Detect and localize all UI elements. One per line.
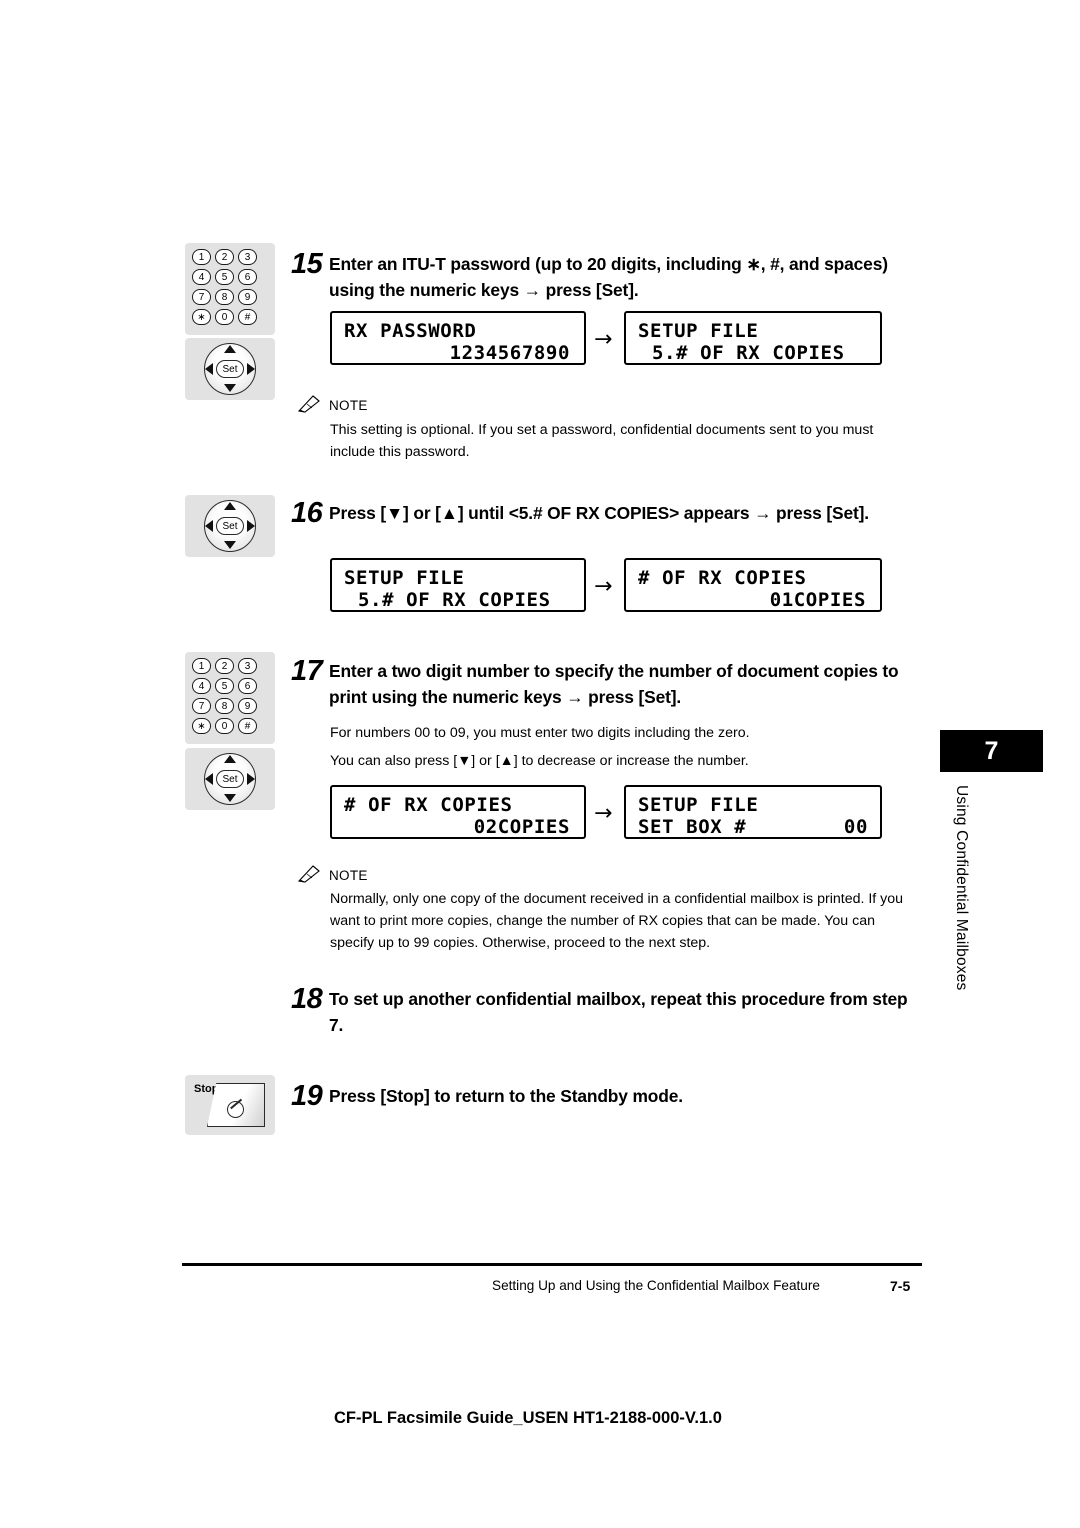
keypad-key-9: 9: [238, 289, 257, 305]
keypad-key-5: 5: [215, 678, 234, 694]
arrow-icon-17: →: [594, 801, 613, 826]
keypad-key-2: 2: [215, 249, 234, 265]
lcd-line2: 1234567890: [449, 342, 570, 364]
lcd-line1: # OF RX COPIES: [638, 567, 807, 589]
step-text-15: Enter an ITU-T password (up to 20 digits…: [329, 254, 888, 300]
set-dial-icon-step16: Set: [185, 495, 275, 557]
chevron-down-icon: [224, 794, 236, 802]
step-number-18: 18: [291, 983, 323, 1015]
set-button-label: Set: [216, 360, 244, 378]
keypad-key-7: 7: [192, 289, 211, 305]
keypad-key-2: 2: [215, 658, 234, 674]
arrow-icon-15: →: [594, 327, 613, 352]
keypad-key-3: 3: [238, 249, 257, 265]
chevron-left-icon: [205, 773, 213, 785]
stop-key-icon-step19: Stop: [185, 1075, 275, 1135]
keypad-key-1: 1: [192, 658, 211, 674]
lcd-line2: 02COPIES: [473, 816, 570, 838]
chevron-right-icon: [247, 520, 255, 532]
keypad-key-hash: #: [238, 718, 257, 734]
document-id: CF-PL Facsimile Guide_USEN HT1-2188-000-…: [334, 1409, 722, 1427]
set-button-label: Set: [216, 517, 244, 535]
step-text-18: To set up another confidential mailbox, …: [329, 989, 908, 1035]
note-label-15: NOTE: [329, 398, 368, 413]
chevron-up-icon: [224, 345, 236, 353]
lcd-panel-16-right: # OF RX COPIES 01COPIES: [624, 558, 882, 612]
chevron-down-icon: [224, 384, 236, 392]
step-text-17: Enter a two digit number to specify the …: [329, 661, 899, 707]
footer-title: Setting Up and Using the Confidential Ma…: [492, 1278, 820, 1293]
set-button-label: Set: [216, 770, 244, 788]
keypad-key-4: 4: [192, 678, 211, 694]
keypad-key-hash: #: [238, 309, 257, 325]
keypad-key-4: 4: [192, 269, 211, 285]
lcd-panel-17-left: # OF RX COPIES 02COPIES: [330, 785, 586, 839]
chevron-right-icon: [247, 773, 255, 785]
step-number-16: 16: [291, 497, 323, 529]
chevron-left-icon: [205, 363, 213, 375]
footer-page-number: 7-5: [890, 1278, 911, 1294]
lcd-panel-15-left: RX PASSWORD 1234567890: [330, 311, 586, 365]
keypad-key-asterisk: ∗: [192, 718, 211, 734]
keypad-key-6: 6: [238, 678, 257, 694]
keypad-key-3: 3: [238, 658, 257, 674]
lcd-line1: SETUP FILE: [638, 794, 759, 816]
lcd-panel-15-right: SETUP FILE 5.# OF RX COPIES: [624, 311, 882, 365]
pencil-note-icon-17: [297, 865, 320, 883]
keypad-key-9: 9: [238, 698, 257, 714]
chevron-right-icon: [247, 363, 255, 375]
keypad-key-6: 6: [238, 269, 257, 285]
set-dial-icon-step15: Set: [185, 338, 275, 400]
note-label-17: NOTE: [329, 868, 368, 883]
lcd-line2: SET BOX # 00: [638, 816, 868, 838]
lcd-line1: RX PASSWORD: [344, 320, 477, 342]
chapter-tab: 7: [940, 730, 1043, 772]
keypad-key-asterisk: ∗: [192, 309, 211, 325]
step-17-body-line-2: You can also press [▼] or [▲] to decreas…: [330, 753, 749, 769]
keypad-key-0: 0: [215, 309, 234, 325]
step-number-17: 17: [291, 655, 323, 687]
step-17-body-line-1: For numbers 00 to 09, you must enter two…: [330, 725, 750, 741]
numeric-keypad-icon-step17: 1 2 3 4 5 6 7 8 9 ∗ 0 #: [185, 652, 275, 744]
document-page: 1 2 3 4 5 6 7 8 9 ∗ 0 # Set 15 Enter an …: [0, 0, 1080, 1528]
lcd-line2: 5.# OF RX COPIES: [652, 342, 845, 364]
lcd-line2: 01COPIES: [769, 589, 866, 611]
note-body-15: This setting is optional. If you set a p…: [330, 422, 874, 460]
keypad-key-0: 0: [215, 718, 234, 734]
side-running-title: Using Confidential Mailboxes: [953, 785, 970, 991]
lcd-line1: # OF RX COPIES: [344, 794, 513, 816]
arrow-icon-16: →: [594, 574, 613, 599]
numeric-keypad-icon-step15: 1 2 3 4 5 6 7 8 9 ∗ 0 #: [185, 243, 275, 335]
step-text-19: Press [Stop] to return to the Standby mo…: [329, 1086, 683, 1106]
footer-divider: [182, 1263, 922, 1266]
keypad-key-5: 5: [215, 269, 234, 285]
set-dial-icon-step17: Set: [185, 748, 275, 810]
chevron-up-icon: [224, 755, 236, 763]
step-number-19: 19: [291, 1080, 323, 1112]
step-number-15: 15: [291, 248, 323, 280]
lcd-panel-17-right: SETUP FILE SET BOX # 00: [624, 785, 882, 839]
keypad-key-8: 8: [215, 289, 234, 305]
chevron-up-icon: [224, 502, 236, 510]
lcd-line2-left: SET BOX #: [638, 816, 747, 838]
lcd-line2-right: 00: [843, 816, 868, 838]
chevron-down-icon: [224, 541, 236, 549]
pencil-note-icon-15: [297, 395, 320, 413]
keypad-key-7: 7: [192, 698, 211, 714]
lcd-line1: SETUP FILE: [344, 567, 465, 589]
lcd-line2: 5.# OF RX COPIES: [358, 589, 551, 611]
chevron-left-icon: [205, 520, 213, 532]
lcd-line1: SETUP FILE: [638, 320, 759, 342]
keypad-key-1: 1: [192, 249, 211, 265]
lcd-panel-16-left: SETUP FILE 5.# OF RX COPIES: [330, 558, 586, 612]
note-body-17: Normally, only one copy of the document …: [330, 891, 904, 951]
step-text-16: Press [▼] or [▲] until <5.# OF RX COPIES…: [329, 503, 869, 523]
keypad-key-8: 8: [215, 698, 234, 714]
